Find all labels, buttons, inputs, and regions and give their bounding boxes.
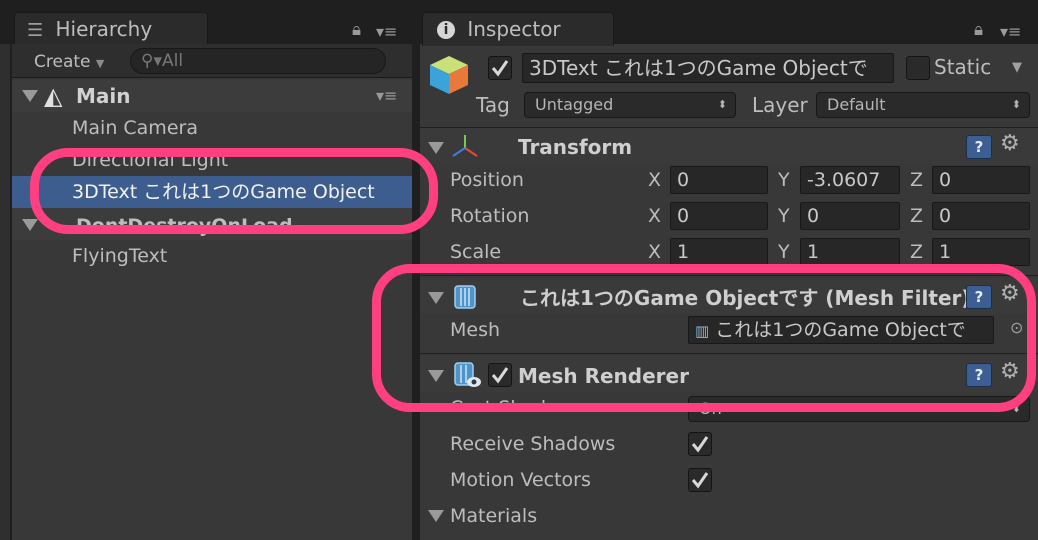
position-label: Position (450, 169, 524, 191)
mesh-icon: ▥ (695, 322, 710, 340)
gear-icon[interactable]: ⚙ (1000, 360, 1020, 384)
gear-icon[interactable]: ⚙ (1000, 132, 1020, 156)
object-picker-icon[interactable]: ⊙ (1010, 318, 1023, 337)
position-z-field[interactable]: 0 (932, 166, 1030, 194)
receive-shadows-label: Receive Shadows (450, 433, 616, 455)
axis-x-label: X (648, 169, 662, 191)
lock-icon[interactable]: 🔒︎ (352, 20, 361, 40)
object-name-input[interactable]: 3DText これは1つのGame Objectで (522, 53, 894, 83)
mesh-renderer-expand-arrow[interactable] (428, 370, 444, 382)
list-item-3dtext[interactable]: 3DText これは1つのGame Object (72, 180, 412, 204)
gear-icon[interactable]: ⚙ (1000, 282, 1020, 306)
materials-expand-arrow[interactable] (428, 510, 444, 522)
scene-expand-arrow[interactable] (22, 90, 38, 102)
position-x-field[interactable]: 0 (670, 166, 768, 194)
receive-shadows-checkbox[interactable] (688, 432, 712, 456)
cast-shadows-label: Cast Shadows (450, 397, 584, 410)
search-input[interactable]: ⚲▾All (130, 48, 386, 74)
dropdown-updown-icon: ⬍ (1011, 402, 1021, 415)
scale-label: Scale (450, 241, 502, 263)
motion-vectors-checkbox[interactable] (688, 468, 712, 492)
gameobject-cube-icon (426, 52, 472, 98)
help-icon[interactable]: ? (966, 135, 992, 159)
transform-title: Transform (518, 135, 633, 159)
axis-z-label: Z (910, 169, 924, 191)
scale-z-field[interactable]: 1 (932, 238, 1030, 266)
dontdestroy-expand-arrow[interactable] (22, 219, 38, 231)
scale-x-field[interactable]: 1 (670, 238, 768, 266)
search-icon: ⚲▾ (141, 51, 162, 71)
rotation-y-field[interactable]: 0 (800, 202, 900, 230)
list-item-main-camera[interactable]: Main Camera (72, 116, 198, 140)
inspector-lock-icon[interactable]: 🔒︎ (974, 20, 983, 40)
axis-y-label: Y (778, 241, 790, 263)
position-y-field[interactable]: -3.0607 (800, 166, 900, 194)
list-item-directional-light[interactable]: Directional Light (72, 148, 228, 170)
divider (420, 353, 1038, 354)
mesh-renderer-title: Mesh Renderer (518, 364, 689, 388)
list-item-dontdestroyonload[interactable]: DontDestroyOnLoad (76, 214, 293, 238)
info-icon: i (437, 21, 455, 39)
transform-header[interactable] (420, 128, 1038, 164)
mesh-renderer-icon (452, 360, 482, 390)
rotation-z-field[interactable]: 0 (932, 202, 1030, 230)
mesh-filter-expand-arrow[interactable] (428, 292, 444, 304)
axis-y-label: Y (778, 205, 790, 227)
list-item-flyingtext[interactable]: FlyingText (72, 244, 167, 268)
scene-menu-icon[interactable]: ▾≡ (376, 86, 397, 105)
mesh-filter-icon (452, 282, 478, 310)
tab-inspector[interactable]: i Inspector (422, 12, 614, 46)
rotation-label: Rotation (450, 205, 530, 227)
mesh-renderer-header[interactable] (420, 356, 1038, 392)
axis-z-label: Z (910, 205, 924, 227)
static-checkbox[interactable] (906, 56, 930, 80)
help-icon[interactable]: ? (966, 285, 992, 309)
rotation-x-field[interactable]: 0 (670, 202, 768, 230)
dropdown-arrow-icon: ▼ (95, 57, 105, 70)
scale-y-field[interactable]: 1 (800, 238, 900, 266)
divider (420, 275, 1038, 276)
mesh-filter-title: これは1つのGame Objectです (Mesh Filter) (520, 286, 966, 310)
tag-dropdown[interactable]: Untagged ⬍ (524, 92, 736, 118)
mesh-object-field[interactable]: ▥ これは1つのGame Objectで (688, 316, 994, 344)
static-label: Static (934, 55, 992, 79)
static-dropdown-arrow-icon[interactable]: ▼ (1012, 60, 1022, 75)
materials-label: Materials (450, 505, 538, 527)
transform-expand-arrow[interactable] (428, 142, 444, 154)
axis-x-label: X (648, 205, 662, 227)
left-edge-panel (0, 44, 10, 540)
help-icon[interactable]: ? (966, 363, 992, 387)
create-button[interactable]: Create ▼ (34, 50, 104, 76)
motion-vectors-label: Motion Vectors (450, 469, 591, 491)
scene-name: Main (76, 84, 131, 108)
tab-hierarchy[interactable]: ☰ Hierarchy (14, 12, 208, 46)
axis-x-label: X (648, 241, 662, 263)
dropdown-updown-icon: ⬍ (717, 98, 727, 111)
unity-scene-icon: ◭ (44, 82, 63, 110)
axis-y-label: Y (778, 169, 790, 191)
tag-label: Tag (476, 93, 510, 117)
mesh-label: Mesh (450, 319, 501, 341)
scene-header[interactable] (12, 80, 412, 112)
transform-axes-icon (450, 132, 480, 160)
axis-z-label: Z (910, 241, 924, 263)
inspector-menu-icon[interactable]: ▾≡ (1000, 22, 1021, 41)
dropdown-updown-icon: ⬍ (1011, 98, 1021, 111)
panel-menu-icon[interactable]: ▾≡ (376, 22, 397, 41)
active-checkbox[interactable] (488, 56, 512, 80)
mesh-renderer-enabled-checkbox[interactable] (488, 363, 512, 387)
layer-label: Layer (752, 93, 808, 117)
cast-shadows-dropdown[interactable]: On ⬍ (688, 396, 1030, 422)
layer-dropdown[interactable]: Default ⬍ (816, 92, 1030, 118)
hierarchy-list-icon: ☰ (27, 20, 44, 41)
